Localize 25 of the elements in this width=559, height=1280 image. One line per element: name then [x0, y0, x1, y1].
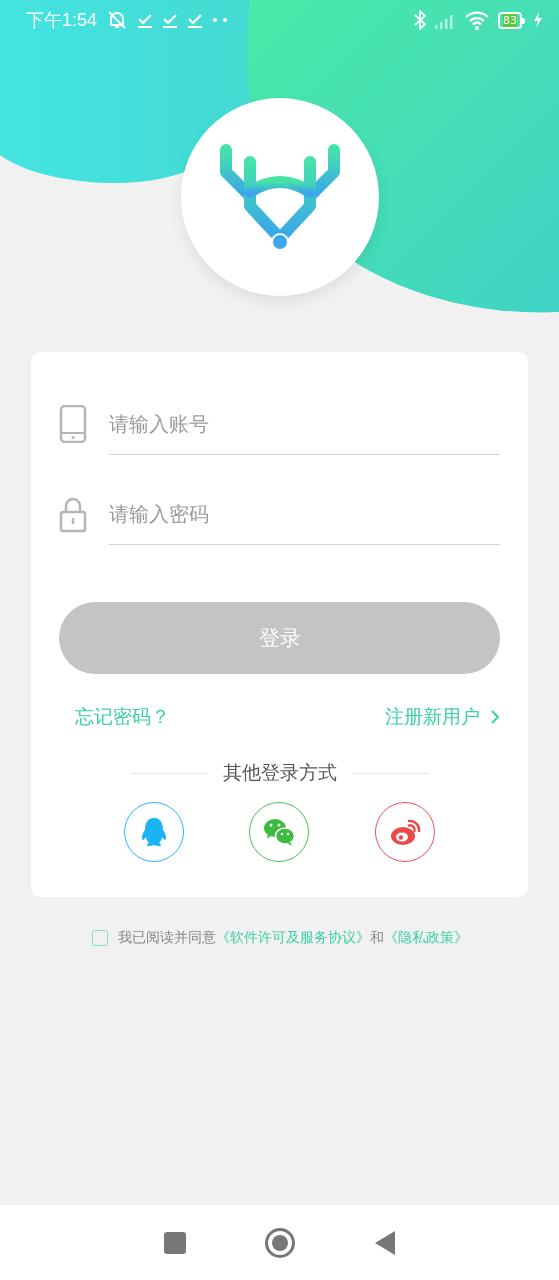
lock-icon — [59, 495, 87, 533]
license-agreement-link[interactable]: 《软件许可及服务协议》 — [215, 929, 370, 947]
agreement-text: 我已阅读并同意 — [117, 929, 216, 947]
recent-apps-icon — [162, 1230, 187, 1255]
antler-logo-icon — [217, 142, 342, 252]
section-label: 其他登录方式 — [222, 760, 337, 785]
chat-bubbles-icon — [263, 816, 296, 848]
home-icon — [264, 1226, 297, 1259]
conjunction-text: 和 — [369, 929, 384, 947]
privacy-policy-link[interactable]: 《隐私政策》 — [383, 929, 468, 947]
bluetooth-icon — [414, 10, 426, 30]
back-icon — [374, 1229, 397, 1256]
account-field[interactable]: 请输入账号 — [109, 393, 500, 455]
register-link[interactable]: 注册新用户 — [385, 704, 500, 730]
agreement-checkbox[interactable] — [91, 930, 108, 946]
password-field[interactable]: 请输入密码 — [109, 483, 500, 545]
chevron-right-icon — [490, 709, 500, 725]
checkmark-icon — [162, 12, 179, 28]
clock-time: 下午1:54 — [26, 9, 98, 32]
checkmark-icon — [187, 12, 204, 28]
phone-icon — [59, 405, 87, 443]
wifi-icon — [464, 10, 490, 30]
checkmark-icon — [137, 12, 154, 28]
more-dots-icon — [212, 17, 229, 23]
forgot-password-link[interactable]: 忘记密码？ — [75, 704, 170, 730]
